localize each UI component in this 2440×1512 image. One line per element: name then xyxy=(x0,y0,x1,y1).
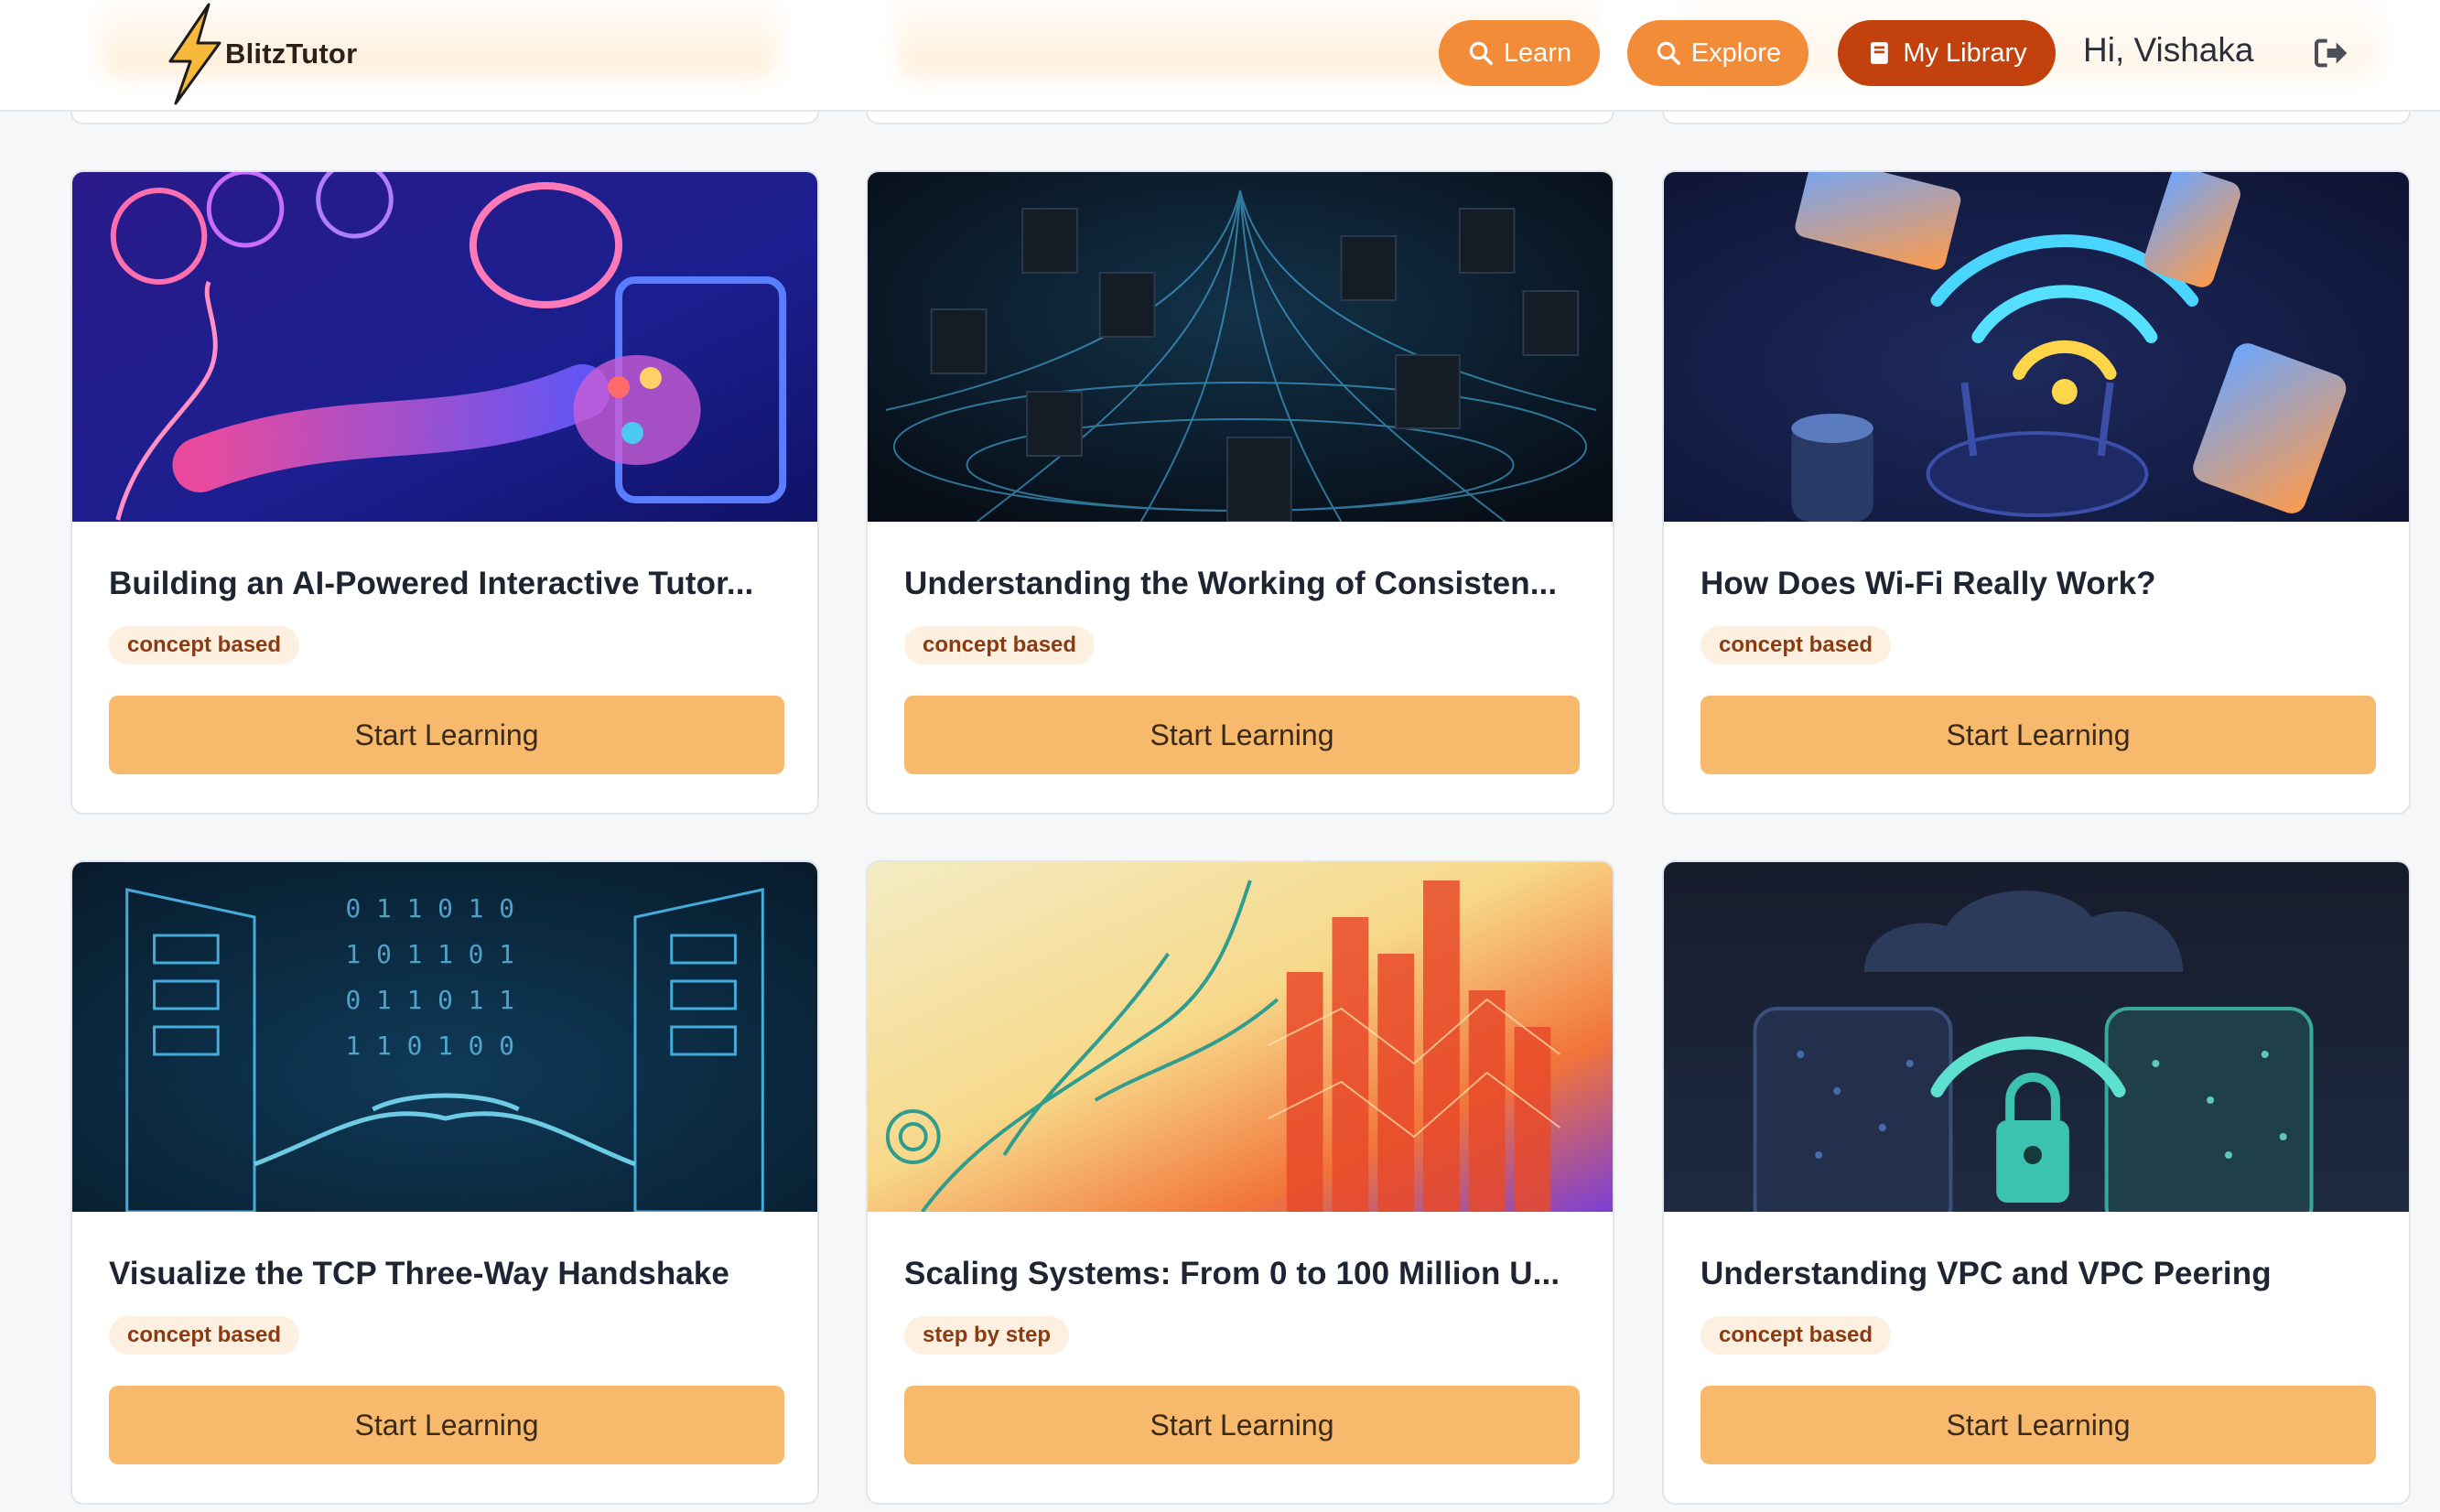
course-title: Scaling Systems: From 0 to 100 Million U… xyxy=(904,1256,1560,1291)
search-icon xyxy=(1469,41,1493,65)
nav-my-library-label: My Library xyxy=(1903,38,2027,68)
top-navbar: BlitzTutor Learn Explore My Library Hi, … xyxy=(0,0,2440,112)
svg-text:0 1 1 0 1 1: 0 1 1 0 1 1 xyxy=(346,985,514,1015)
course-thumbnail xyxy=(868,172,1613,522)
course-card[interactable]: Scaling Systems: From 0 to 100 Million U… xyxy=(866,860,1614,1505)
course-thumbnail: 0 1 1 0 1 0 1 0 1 1 0 1 0 1 1 0 1 1 1 1 0 1… xyxy=(72,862,817,1212)
nav-explore-button[interactable]: Explore xyxy=(1627,20,1808,86)
course-title: How Does Wi-Fi Really Work? xyxy=(1700,566,2156,601)
course-thumbnail xyxy=(72,172,817,522)
start-learning-button[interactable]: Start Learning xyxy=(109,696,784,774)
nav-learn-button[interactable]: Learn xyxy=(1439,20,1600,86)
start-learning-button[interactable]: Start Learning xyxy=(109,1386,784,1464)
book-icon xyxy=(1871,42,1889,64)
svg-text:0 1 1 0 1 0: 0 1 1 0 1 0 xyxy=(346,893,514,923)
course-title: Understanding VPC and VPC Peering xyxy=(1700,1256,2272,1291)
course-type-badge: concept based xyxy=(1700,1316,1892,1355)
course-thumbnail xyxy=(868,862,1613,1212)
start-learning-button[interactable]: Start Learning xyxy=(1700,1386,2376,1464)
start-learning-button[interactable]: Start Learning xyxy=(1700,696,2376,774)
course-thumbnail xyxy=(1664,862,2409,1212)
course-card[interactable]: Understanding the Working of Consisten..… xyxy=(866,170,1614,815)
brand-name: BlitzTutor xyxy=(225,38,358,70)
course-type-badge: step by step xyxy=(904,1316,1070,1355)
nav-learn-label: Learn xyxy=(1503,38,1572,68)
svg-text:1 0 1 1 0 1: 1 0 1 1 0 1 xyxy=(346,939,514,969)
course-title: Understanding the Working of Consisten..… xyxy=(904,566,1558,601)
course-title: Visualize the TCP Three-Way Handshake xyxy=(109,1256,729,1291)
start-learning-button[interactable]: Start Learning xyxy=(904,696,1580,774)
user-greeting: Hi, Vishaka xyxy=(2083,31,2254,69)
brand-logo[interactable]: BlitzTutor xyxy=(156,0,357,108)
course-card[interactable]: Understanding VPC and VPC Peering concep… xyxy=(1662,860,2411,1505)
lightning-bolt-icon xyxy=(168,3,221,105)
logout-icon[interactable] xyxy=(2312,35,2348,71)
course-type-badge: concept based xyxy=(109,1316,300,1355)
nav-my-library-button[interactable]: My Library xyxy=(1838,20,2056,86)
course-card[interactable]: 0 1 1 0 1 0 1 0 1 1 0 1 0 1 1 0 1 1 1 1 0 1… xyxy=(70,860,819,1505)
svg-text:1 1 0 1 0 0: 1 1 0 1 0 0 xyxy=(346,1031,514,1061)
course-card[interactable]: How Does Wi-Fi Really Work? concept base… xyxy=(1662,170,2411,815)
course-card[interactable]: Building an AI-Powered Interactive Tutor… xyxy=(70,170,819,815)
search-icon xyxy=(1657,41,1680,65)
nav-explore-label: Explore xyxy=(1690,38,1782,68)
course-type-badge: concept based xyxy=(109,626,300,664)
course-thumbnail xyxy=(1664,172,2409,522)
start-learning-button[interactable]: Start Learning xyxy=(904,1386,1580,1464)
course-title: Building an AI-Powered Interactive Tutor… xyxy=(109,566,754,601)
course-type-badge: concept based xyxy=(904,626,1096,664)
course-type-badge: concept based xyxy=(1700,626,1892,664)
